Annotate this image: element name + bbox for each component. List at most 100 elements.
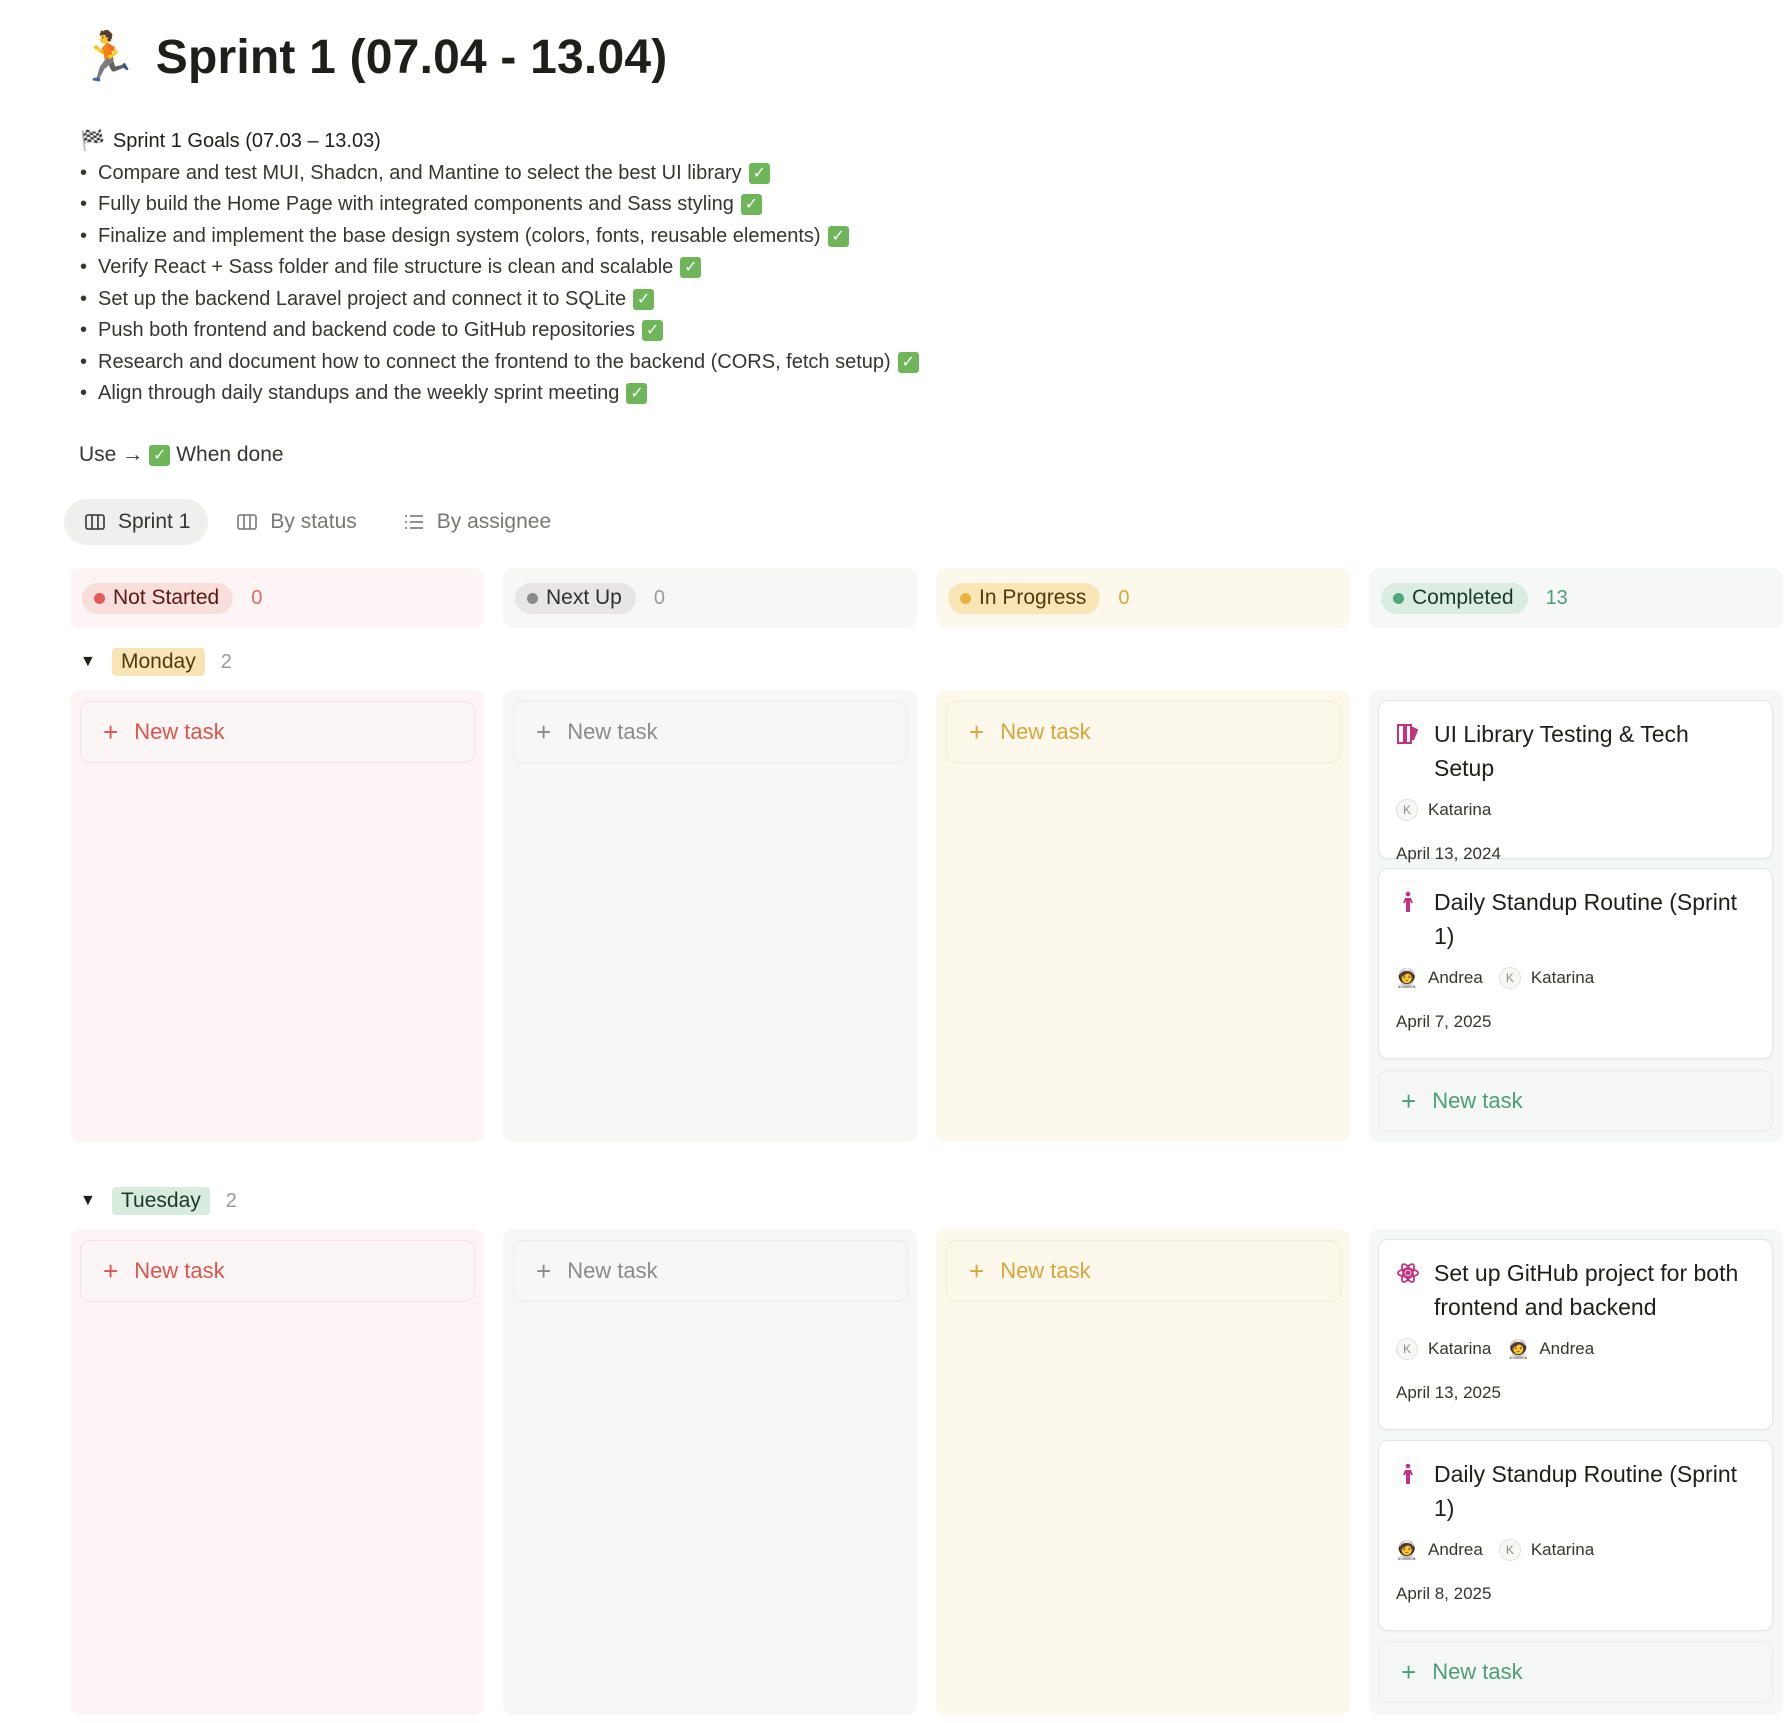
new-task-label: New task — [1432, 1659, 1523, 1684]
list-icon — [404, 515, 423, 529]
assignee-name: Andrea — [1428, 1540, 1483, 1559]
usage-hint: Use → ✓ When done — [79, 443, 284, 467]
collapse-caret-icon[interactable]: ▼ — [80, 1192, 96, 1210]
goal-text[interactable]: Verify React + Sass folder and file stru… — [98, 252, 673, 284]
avatar-icon: 🧑‍🚀 — [1395, 1539, 1419, 1560]
assignee-name: Katarina — [1530, 1540, 1595, 1559]
new-task-button[interactable]: + New task — [946, 701, 1341, 763]
assignee-name: Katarina — [1428, 800, 1492, 819]
new-task-button[interactable]: + New task — [1378, 1070, 1773, 1132]
status-pill: In Progress — [948, 582, 1101, 614]
status-pill: Next Up — [515, 582, 636, 614]
check-mark-icon: ✓ — [748, 162, 770, 184]
goal-item: • Push both frontend and backend code to … — [80, 315, 919, 347]
ui-library-icon — [1396, 717, 1420, 751]
column-count: 13 — [1545, 586, 1568, 609]
card-title: Daily Standup Routine (Sprint 1) — [1396, 1457, 1754, 1525]
status-label: Completed — [1412, 586, 1514, 609]
status-label: Not Started — [113, 586, 220, 609]
new-task-button[interactable]: + New task — [513, 1240, 908, 1302]
avatar: K — [1396, 799, 1418, 821]
status-dot — [94, 592, 105, 604]
assignee-name: Katarina — [1530, 968, 1595, 987]
goal-text[interactable]: Align through daily standups and the wee… — [98, 378, 619, 410]
collapse-caret-icon[interactable]: ▼ — [80, 653, 96, 671]
view-tabs: Sprint 1 By status By assignee — [64, 499, 569, 545]
page-title[interactable]: Sprint 1 (07.04 - 13.04) — [156, 30, 668, 85]
check-mark-icon: ✓ — [740, 194, 762, 216]
status-label: In Progress — [979, 586, 1087, 609]
check-mark-icon: ✓ — [897, 351, 919, 373]
group-count: 2 — [225, 1189, 237, 1212]
runner-emoji-icon[interactable]: 🏃 — [78, 33, 138, 82]
new-task-label: New task — [1000, 719, 1091, 744]
bullet: • — [80, 382, 88, 404]
avatar: K — [1396, 1338, 1418, 1360]
goal-text[interactable]: Research and document how to connect the… — [98, 347, 891, 379]
board-icon — [237, 514, 258, 530]
tab-sprint-1[interactable]: Sprint 1 — [64, 499, 209, 545]
group-header-monday[interactable]: ▼ Monday 2 — [80, 648, 232, 676]
goal-item: • Set up the backend Laravel project and … — [80, 284, 919, 316]
page-header: 🏃 Sprint 1 (07.04 - 13.04) — [78, 30, 667, 85]
group-header-tuesday[interactable]: ▼ Tuesday 2 — [80, 1187, 237, 1215]
new-task-button[interactable]: + New task — [513, 701, 908, 763]
plus-icon: + — [536, 717, 552, 747]
column-header-in-progress[interactable]: In Progress 0 — [936, 568, 1350, 628]
group-count: 2 — [220, 650, 232, 673]
assignee: K Katarina — [1498, 1539, 1595, 1561]
goals-heading-text[interactable]: Sprint 1 Goals (07.03 – 13.03) — [113, 126, 381, 158]
assignee-name: Katarina — [1428, 1339, 1492, 1358]
plus-icon: + — [1401, 1086, 1417, 1116]
tab-label: Sprint 1 — [118, 510, 191, 533]
new-task-label: New task — [1432, 1088, 1523, 1113]
card-assignees: K Katarina — [1396, 799, 1754, 821]
avatar: K — [1498, 967, 1521, 989]
plus-icon: + — [969, 717, 985, 747]
bullet: • — [80, 161, 88, 184]
check-mark-icon: ✓ — [626, 383, 648, 405]
assignee-name: Andrea — [1428, 968, 1483, 987]
goal-text[interactable]: Finalize and implement the base design s… — [98, 221, 821, 253]
plus-icon: + — [103, 1256, 119, 1286]
new-task-button[interactable]: + New task — [80, 701, 475, 763]
goal-text[interactable]: Set up the backend Laravel project and c… — [98, 284, 626, 316]
assignee: K Katarina — [1498, 967, 1595, 989]
column-count: 0 — [653, 586, 665, 609]
task-card[interactable]: UI Library Testing & Tech Setup K Katarin… — [1378, 700, 1773, 863]
usage-hint-suffix[interactable]: When done — [176, 443, 283, 467]
card-title-text: Daily Standup Routine (Sprint 1) — [1434, 889, 1737, 949]
bullet: • — [80, 287, 88, 310]
usage-hint-prefix[interactable]: Use → — [79, 443, 143, 467]
card-title-text: Daily Standup Routine (Sprint 1) — [1434, 1461, 1737, 1521]
goal-item: • Research and document how to connect th… — [80, 347, 919, 379]
bullet: • — [80, 319, 88, 341]
atom-icon — [1396, 1256, 1420, 1290]
assignee: K Katarina — [1396, 799, 1491, 821]
task-card[interactable]: Daily Standup Routine (Sprint 1) 🧑‍🚀 Andr… — [1378, 1440, 1773, 1631]
task-card[interactable]: Set up GitHub project for both frontend … — [1378, 1239, 1773, 1430]
column-header-not-started[interactable]: Not Started 0 — [70, 568, 484, 628]
column-header-completed[interactable]: Completed 13 — [1369, 568, 1783, 628]
new-task-label: New task — [567, 1258, 658, 1283]
goal-text[interactable]: Fully build the Home Page with integrate… — [98, 189, 734, 221]
goal-text[interactable]: Compare and test MUI, Shadcn, and Mantin… — [98, 158, 742, 190]
new-task-button[interactable]: + New task — [946, 1240, 1341, 1302]
column-header-next-up[interactable]: Next Up 0 — [503, 568, 917, 628]
new-task-button[interactable]: + New task — [1378, 1641, 1773, 1703]
goal-item: • Fully build the Home Page with integrat… — [80, 189, 919, 221]
bullet: • — [80, 224, 88, 247]
plus-icon: + — [1401, 1657, 1417, 1687]
assignee: 🧑‍🚀 Andrea — [1396, 1539, 1483, 1561]
goal-text[interactable]: Push both frontend and backend code to G… — [98, 315, 635, 347]
assignee: K Katarina — [1396, 1338, 1491, 1360]
plus-icon: + — [536, 1256, 552, 1286]
tab-by-status[interactable]: By status — [216, 499, 374, 545]
task-card[interactable]: Daily Standup Routine (Sprint 1) 🧑‍🚀 Andr… — [1378, 868, 1773, 1059]
avatar-icon: 🧑‍🚀 — [1395, 967, 1419, 988]
card-date: April 13, 2025 — [1396, 1383, 1501, 1402]
status-dot — [960, 592, 971, 604]
new-task-button[interactable]: + New task — [80, 1240, 475, 1302]
tab-by-assignee[interactable]: By assignee — [383, 499, 569, 545]
card-title: UI Library Testing & Tech Setup — [1396, 717, 1754, 785]
